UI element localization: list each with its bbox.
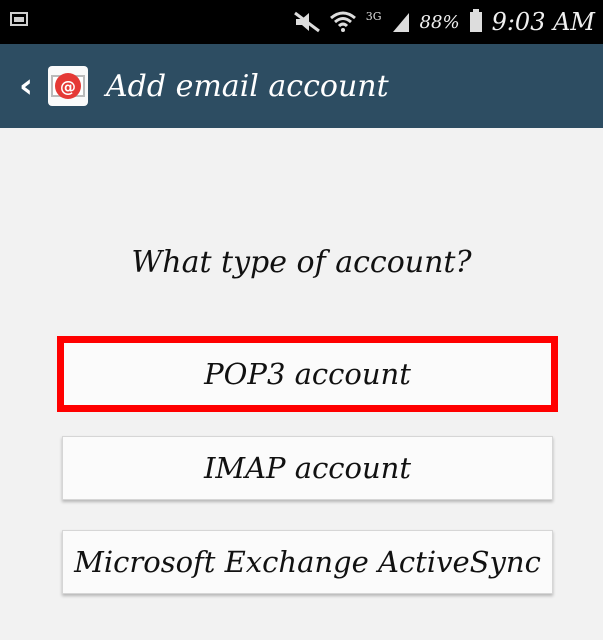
pop3-account-button[interactable]: POP3 account bbox=[62, 342, 553, 406]
network-type: 3G bbox=[365, 9, 382, 23]
battery-icon bbox=[469, 9, 482, 32]
battery-percent: 88% bbox=[419, 11, 460, 33]
page-title: Add email account bbox=[106, 68, 389, 104]
signal-icon bbox=[392, 11, 410, 33]
status-bar: 3G 88% 9:03 AM bbox=[0, 0, 603, 44]
action-bar: ‹ @ Add email account bbox=[0, 44, 603, 128]
chevron-left-icon[interactable]: ‹ bbox=[10, 56, 42, 116]
exchange-activesync-button[interactable]: Microsoft Exchange ActiveSync bbox=[62, 530, 553, 594]
at-sign-icon: @ bbox=[55, 73, 81, 99]
email-app-icon[interactable]: @ bbox=[48, 66, 88, 106]
mute-icon bbox=[293, 11, 320, 33]
account-type-prompt: What type of account? bbox=[131, 245, 472, 280]
status-icons: 3G 88% 9:03 AM bbox=[293, 0, 595, 44]
clock: 9:03 AM bbox=[491, 8, 595, 36]
imap-account-button[interactable]: IMAP account bbox=[62, 436, 553, 500]
gallery-icon bbox=[10, 12, 28, 26]
wifi-icon bbox=[329, 11, 356, 33]
screen: 3G 88% 9:03 AM ‹ @ Add email account Wha… bbox=[0, 0, 603, 640]
